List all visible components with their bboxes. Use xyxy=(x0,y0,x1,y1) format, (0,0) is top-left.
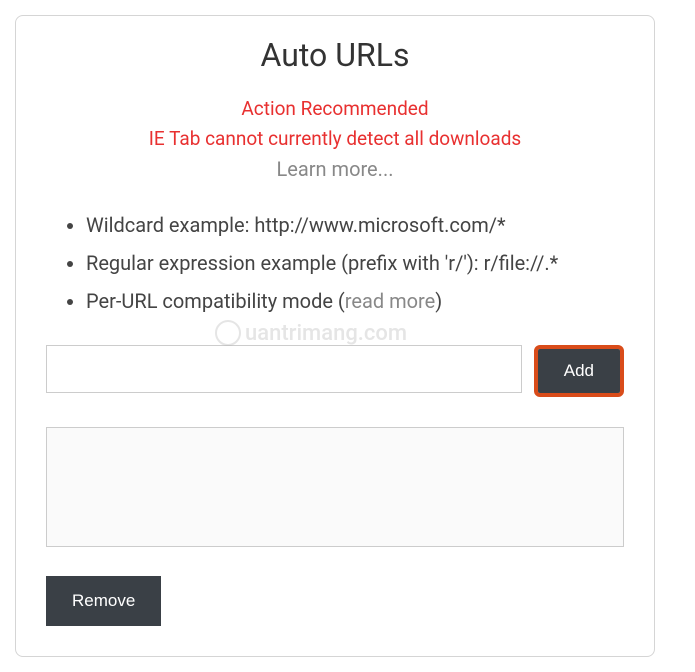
example-regex: Regular expression example (prefix with … xyxy=(86,244,624,282)
warning-line-1: Action Recommended xyxy=(46,94,624,124)
examples-list: Wildcard example: http://www.microsoft.c… xyxy=(56,206,624,320)
warning-line-2: IE Tab cannot currently detect all downl… xyxy=(46,124,624,154)
remove-button[interactable]: Remove xyxy=(46,576,161,626)
warning-block: Action Recommended IE Tab cannot current… xyxy=(46,94,624,181)
add-button[interactable]: Add xyxy=(538,349,620,393)
example-perurl: Per-URL compatibility mode (read more) xyxy=(86,282,624,320)
example-perurl-prefix: Per-URL compatibility mode ( xyxy=(86,289,345,313)
auto-urls-panel: Auto URLs Action Recommended IE Tab cann… xyxy=(15,15,655,657)
url-list-box[interactable] xyxy=(46,427,624,547)
learn-more-link[interactable]: Learn more... xyxy=(46,157,624,181)
panel-title: Auto URLs xyxy=(46,36,624,74)
read-more-link[interactable]: read more xyxy=(345,289,435,313)
example-perurl-suffix: ) xyxy=(435,289,442,313)
add-url-row: Add xyxy=(46,345,624,397)
url-input[interactable] xyxy=(46,345,522,393)
example-wildcard: Wildcard example: http://www.microsoft.c… xyxy=(86,206,624,244)
add-button-highlight: Add xyxy=(534,345,624,397)
